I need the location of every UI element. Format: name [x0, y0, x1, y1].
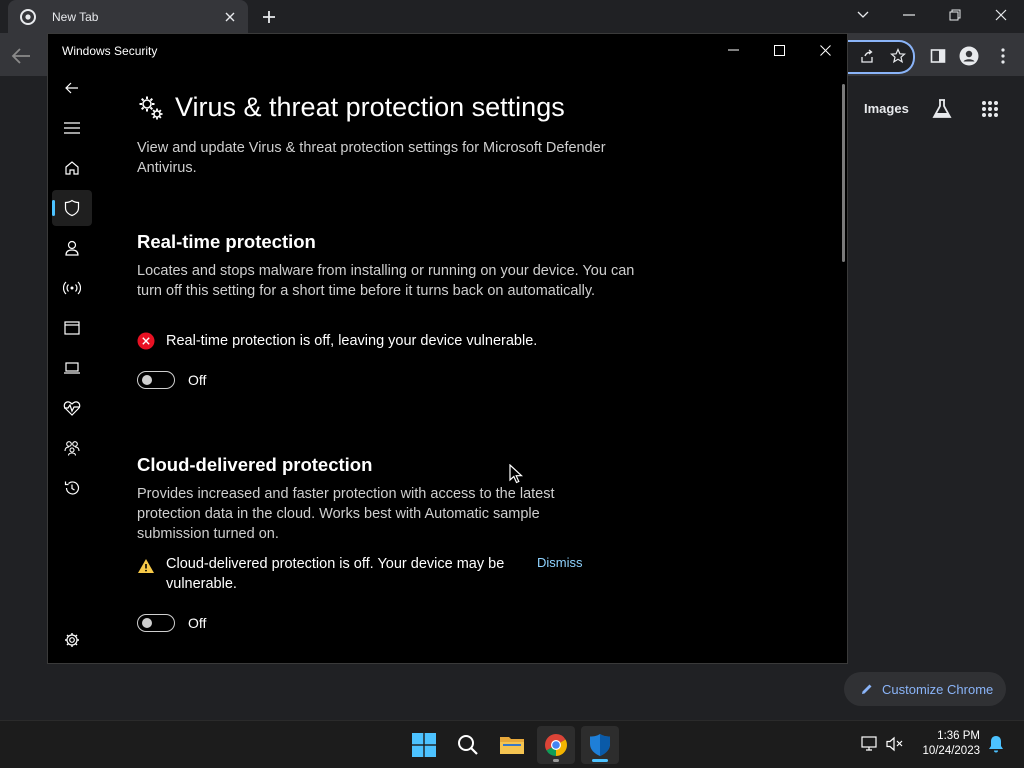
nav-item-app-browser-control[interactable] [52, 310, 92, 346]
customize-chrome-label: Customize Chrome [882, 681, 994, 697]
cloud-protection-toggle[interactable] [137, 614, 175, 632]
cloud-protection-title: Cloud-delivered protection [137, 454, 373, 475]
nav-back-button[interactable] [52, 70, 92, 106]
active-indicator [592, 759, 608, 762]
nav-item-device-security[interactable] [52, 350, 92, 386]
tab-search-icon[interactable] [849, 4, 877, 26]
start-button[interactable] [405, 726, 443, 764]
realtime-protection-title: Real-time protection [137, 231, 316, 252]
chrome-tab-new-tab[interactable]: New Tab [8, 0, 248, 33]
nav-item-virus-threat-protection[interactable] [52, 190, 92, 226]
share-icon[interactable] [857, 46, 877, 66]
home-icon [65, 161, 79, 175]
realtime-protection-description: Locates and stops malware from installin… [137, 263, 635, 299]
new-tab-icon[interactable] [258, 6, 280, 28]
back-arrow-icon [65, 82, 78, 94]
nav-menu-button[interactable] [52, 110, 92, 146]
gear-icon [65, 633, 79, 647]
maximize-icon[interactable] [765, 40, 793, 60]
profile-icon[interactable] [959, 46, 979, 66]
running-indicator [553, 759, 559, 762]
clock-time: 1:36 PM [937, 730, 980, 742]
cloud-protection-description: Provides increased and faster protection… [137, 486, 555, 542]
nav-item-home[interactable] [52, 150, 92, 186]
realtime-toggle-row: Off [137, 371, 206, 389]
page-description: View and update Virus & threat protectio… [137, 140, 606, 176]
chrome-minimize-icon[interactable] [895, 4, 923, 26]
chrome-logo-icon [545, 734, 567, 756]
nav-item-firewall-network[interactable] [52, 270, 92, 306]
shield-icon [590, 734, 610, 756]
windows-logo-icon [412, 733, 436, 757]
page-title: Virus & threat protection settings [175, 92, 565, 122]
tab-title: New Tab [52, 9, 99, 24]
tab-close-icon[interactable] [220, 7, 240, 27]
mouse-cursor-icon [509, 464, 523, 484]
cloud-status-text: Cloud-delivered protection is off. Your … [166, 556, 505, 592]
cloud-toggle-row: Off [137, 614, 206, 632]
app-window-icon [64, 321, 80, 335]
wireless-signal-icon [63, 281, 81, 295]
cloud-status: Cloud-delivered protection is off. Your … [137, 554, 583, 594]
network-icon[interactable] [860, 734, 880, 754]
warning-icon [138, 559, 154, 573]
apps-grid-icon[interactable] [978, 97, 1002, 121]
realtime-protection-toggle[interactable] [137, 371, 175, 389]
nav-item-settings[interactable] [52, 622, 92, 658]
customize-chrome-button[interactable]: Customize Chrome [844, 672, 1006, 706]
close-icon[interactable] [811, 40, 839, 60]
dismiss-link[interactable]: Dismiss [537, 555, 583, 570]
gears-icon [139, 96, 163, 119]
ws-titlebar[interactable]: Windows Security [48, 34, 847, 66]
family-icon [64, 441, 80, 456]
taskbar-search-button[interactable] [449, 726, 487, 764]
person-icon [65, 240, 79, 256]
taskbar-file-explorer[interactable] [493, 726, 531, 764]
nav-item-protection-history[interactable] [52, 470, 92, 506]
taskbar-windows-security[interactable] [581, 726, 619, 764]
page-header: Virus & threat protection settings [137, 92, 565, 123]
ws-nav-rail [48, 66, 96, 663]
images-link[interactable]: Images [864, 101, 909, 116]
realtime-toggle-label: Off [188, 372, 207, 388]
clock-date: 10/24/2023 [922, 745, 980, 757]
shield-icon [64, 199, 80, 217]
windows-security-window: Windows Security Virus & threat protecti… [47, 33, 848, 664]
heart-pulse-icon [63, 401, 81, 416]
chrome-menu-icon[interactable] [993, 46, 1013, 66]
scrollbar[interactable] [842, 84, 845, 262]
error-x-icon [137, 332, 155, 350]
laptop-icon [64, 362, 80, 374]
nav-item-family-options[interactable] [52, 430, 92, 466]
pencil-icon [862, 684, 872, 694]
chrome-restore-icon[interactable] [941, 4, 969, 26]
taskbar-chrome[interactable] [537, 726, 575, 764]
realtime-status: Real-time protection is off, leaving you… [137, 331, 537, 351]
window-title: Windows Security [62, 44, 158, 58]
clock[interactable]: 1:36 PM 10/24/2023 [916, 729, 980, 759]
nav-item-account-protection[interactable] [52, 230, 92, 266]
chrome-close-icon[interactable] [987, 4, 1015, 26]
history-icon [64, 481, 80, 495]
search-icon [458, 735, 478, 755]
realtime-status-text: Real-time protection is off, leaving you… [166, 333, 538, 349]
volume-muted-icon[interactable] [885, 734, 905, 754]
bookmark-star-icon[interactable] [888, 46, 908, 66]
notification-bell-icon[interactable] [986, 734, 1006, 754]
nav-item-device-performance-health[interactable] [52, 390, 92, 426]
back-arrow-icon[interactable] [10, 46, 34, 66]
cloud-toggle-label: Off [188, 615, 207, 631]
labs-flask-icon[interactable] [930, 97, 954, 121]
folder-icon [500, 737, 524, 754]
chrome-logo-icon [20, 8, 36, 25]
hamburger-icon [64, 122, 80, 134]
minimize-icon[interactable] [719, 40, 747, 60]
side-panel-icon[interactable] [928, 46, 948, 66]
